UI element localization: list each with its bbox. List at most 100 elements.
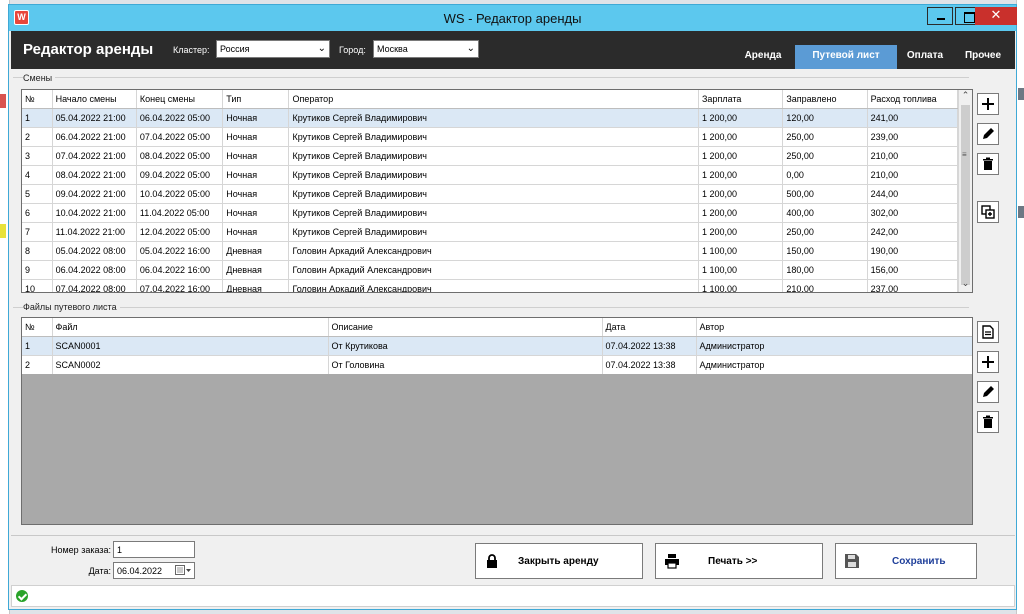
file-row[interactable]: 1 SCAN0001 От Крутикова 07.04.2022 13:38 Адм…: [22, 336, 972, 356]
shift-row[interactable]: 1 05.04.2022 21:00 06.04.2022 05:00 Ночная К…: [22, 108, 959, 128]
edit-file-button[interactable]: [977, 381, 999, 403]
tab-payment[interactable]: Оплата: [899, 45, 951, 69]
open-file-button[interactable]: [977, 321, 999, 343]
column-header[interactable]: №: [22, 90, 53, 109]
shift-row[interactable]: 8 05.04.2022 08:00 05.04.2022 16:00 Дневная…: [22, 241, 959, 261]
minimize-button[interactable]: [927, 7, 953, 25]
title-bar[interactable]: W WS - Редактор аренды ✕: [9, 5, 1017, 31]
table-cell: 07.04.2022 16:00: [136, 279, 224, 292]
table-cell: 12.04.2022 05:00: [136, 222, 224, 242]
scroll-thumb[interactable]: [961, 105, 970, 285]
tab-waybill[interactable]: Путевой лист: [795, 45, 897, 69]
table-cell: 250,00: [782, 146, 868, 166]
column-header[interactable]: Конец смены: [136, 90, 224, 109]
printer-icon: [665, 554, 679, 569]
table-cell: 1 200,00: [698, 222, 784, 242]
edit-shift-button[interactable]: [977, 123, 999, 145]
delete-shift-button[interactable]: [977, 153, 999, 175]
table-cell: 2: [22, 355, 53, 375]
shifts-table: № Начало смены Конец смены Тип Оператор …: [22, 90, 959, 292]
column-header[interactable]: Оператор: [288, 90, 699, 109]
tab-other[interactable]: Прочее: [957, 45, 1009, 69]
table-cell: 05.04.2022 16:00: [136, 241, 224, 261]
table-cell: 180,00: [782, 260, 868, 280]
table-cell: 09.04.2022 21:00: [52, 184, 137, 204]
column-header[interactable]: Файл: [52, 318, 329, 337]
column-header[interactable]: Автор: [696, 318, 972, 337]
column-header[interactable]: Тип: [222, 90, 290, 109]
column-header[interactable]: Начало смены: [52, 90, 137, 109]
table-cell: Ночная: [222, 165, 290, 185]
shift-row[interactable]: 7 11.04.2022 21:00 12.04.2022 05:00 Ночная К…: [22, 222, 959, 242]
shifts-scrollbar[interactable]: ⌃ ≡ ⌄: [958, 90, 972, 292]
shift-row[interactable]: 4 08.04.2022 21:00 09.04.2022 05:00 Ночная К…: [22, 165, 959, 185]
copy-shift-button[interactable]: [977, 201, 999, 223]
files-table: № Файл Описание Дата Автор 1 SCAN0001 От К…: [22, 318, 972, 375]
chevron-down-icon: ⌄: [317, 43, 326, 54]
column-header[interactable]: Расход топлива: [867, 90, 959, 109]
shift-row[interactable]: 9 06.04.2022 08:00 06.04.2022 16:00 Дневная…: [22, 260, 959, 280]
close-rent-button[interactable]: Закрыть аренду: [475, 543, 643, 579]
delete-file-button[interactable]: [977, 411, 999, 433]
table-cell: Крутиков Сергей Владимирович: [288, 165, 699, 185]
column-header[interactable]: Заправлено: [782, 90, 868, 109]
column-header[interactable]: №: [22, 318, 53, 337]
add-shift-button[interactable]: [977, 93, 999, 115]
table-cell: 10.04.2022 21:00: [52, 203, 137, 223]
table-cell: 244,00: [867, 184, 959, 204]
shift-row[interactable]: 2 06.04.2022 21:00 07.04.2022 05:00 Ночная К…: [22, 127, 959, 147]
shifts-grid[interactable]: № Начало смены Конец смены Тип Оператор …: [21, 89, 973, 293]
close-button[interactable]: ✕: [975, 7, 1017, 25]
pencil-icon: [983, 128, 994, 139]
file-row[interactable]: 2 SCAN0002 От Головина 07.04.2022 13:38 Адми…: [22, 355, 972, 375]
cluster-label: Кластер:: [173, 45, 210, 55]
table-cell: 07.04.2022 21:00: [52, 146, 137, 166]
table-cell: 400,00: [782, 203, 868, 223]
shift-row[interactable]: 5 09.04.2022 21:00 10.04.2022 05:00 Ночная К…: [22, 184, 959, 204]
add-file-button[interactable]: [977, 351, 999, 373]
table-cell: 08.04.2022 05:00: [136, 146, 224, 166]
table-cell: Ночная: [222, 203, 290, 223]
city-select[interactable]: Москва ⌄: [373, 40, 479, 58]
table-cell: 06.04.2022 21:00: [52, 127, 137, 147]
table-cell: Крутиков Сергей Владимирович: [288, 146, 699, 166]
column-header[interactable]: Описание: [328, 318, 603, 337]
table-cell: 210,00: [782, 279, 868, 292]
pencil-icon: [983, 386, 994, 397]
table-cell: От Крутикова: [328, 336, 603, 356]
table-cell: Крутиков Сергей Владимирович: [288, 127, 699, 147]
table-cell: Ночная: [222, 108, 290, 128]
save-button[interactable]: Сохранить: [835, 543, 977, 579]
tab-rent[interactable]: Аренда: [733, 45, 793, 69]
column-header[interactable]: Дата: [602, 318, 697, 337]
table-cell: Администратор: [696, 336, 972, 356]
print-button[interactable]: Печать >>: [655, 543, 823, 579]
table-cell: От Головина: [328, 355, 603, 375]
cluster-select[interactable]: Россия ⌄: [216, 40, 330, 58]
shift-row[interactable]: 3 07.04.2022 21:00 08.04.2022 05:00 Ночная К…: [22, 146, 959, 166]
shift-row[interactable]: 10 07.04.2022 08:00 07.04.2022 16:00 Дневна…: [22, 279, 959, 292]
table-cell: 242,00: [867, 222, 959, 242]
calendar-dropdown-icon[interactable]: [175, 565, 191, 576]
scroll-up-icon[interactable]: ⌃: [959, 90, 972, 104]
print-label: Печать >>: [708, 556, 758, 567]
shifts-header-row: № Начало смены Конец смены Тип Оператор …: [22, 90, 959, 109]
files-grid[interactable]: № Файл Описание Дата Автор 1 SCAN0001 От К…: [21, 317, 973, 525]
column-header[interactable]: Зарплата: [698, 90, 784, 109]
scroll-down-icon[interactable]: ⌄: [959, 278, 972, 292]
shifts-group-line: [13, 77, 969, 78]
table-cell: 250,00: [782, 127, 868, 147]
order-number-input[interactable]: 1: [113, 541, 195, 558]
files-group-line: [13, 307, 969, 308]
shift-row[interactable]: 6 10.04.2022 21:00 11.04.2022 05:00 Ночная К…: [22, 203, 959, 223]
plus-icon: [982, 356, 994, 368]
table-cell: Крутиков Сергей Владимирович: [288, 184, 699, 204]
date-label: Дата:: [88, 566, 111, 576]
table-cell: 10: [22, 279, 53, 292]
date-input[interactable]: 06.04.2022: [113, 562, 195, 579]
table-cell: 150,00: [782, 241, 868, 261]
table-cell: 1 100,00: [698, 241, 784, 261]
table-cell: 1: [22, 336, 53, 356]
table-cell: 10.04.2022 05:00: [136, 184, 224, 204]
table-cell: Крутиков Сергей Владимирович: [288, 108, 699, 128]
